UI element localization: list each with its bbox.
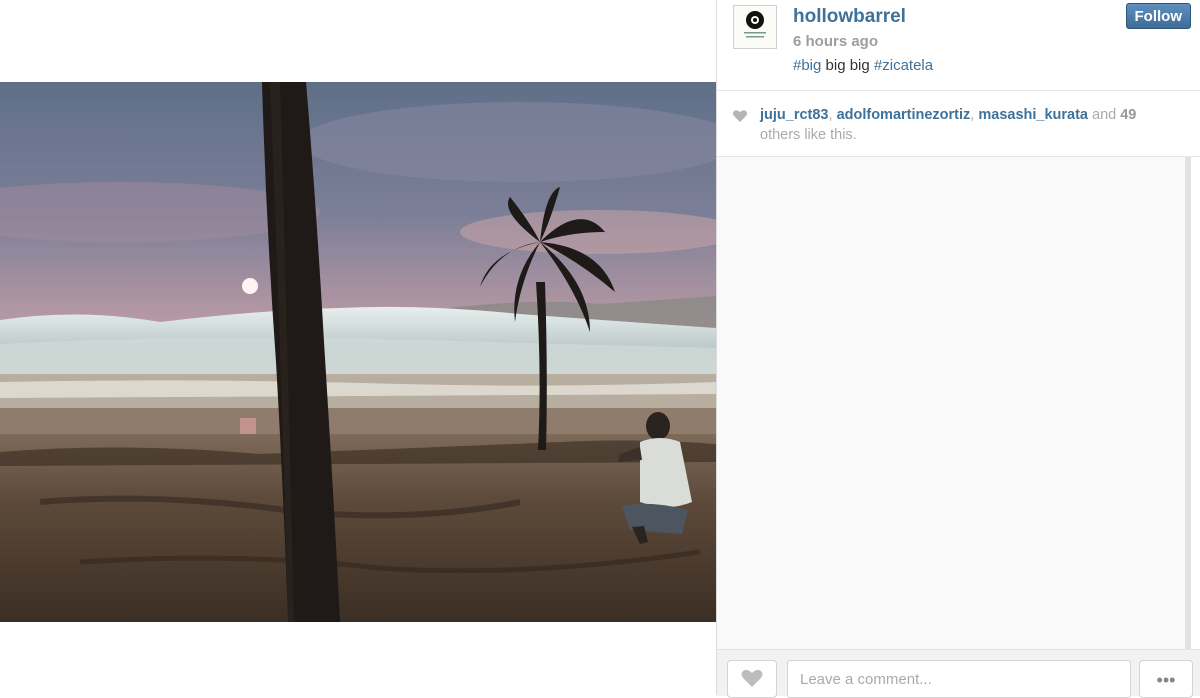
hollowbarrel-logo-icon [744, 11, 766, 38]
follow-button[interactable]: Follow [1125, 3, 1191, 29]
more-options-button[interactable]: ••• [1139, 660, 1193, 698]
liker-link[interactable]: adolfomartinezortiz [837, 107, 971, 123]
caption-text: big big [821, 57, 874, 74]
liker-link[interactable]: masashi_kurata [978, 107, 1088, 123]
post-header: hollowbarrel 6 hours ago #big big big #z… [717, 0, 1200, 91]
photo-pane [0, 0, 716, 695]
comment-footer: ••• [717, 649, 1200, 698]
comments-area [717, 157, 1185, 649]
heart-icon [741, 669, 763, 687]
hashtag-zicatela[interactable]: #zicatela [874, 57, 933, 74]
liker-link[interactable]: juju_rct83 [760, 107, 829, 123]
comment-input[interactable] [787, 660, 1131, 698]
likes-count[interactable]: 49 [1120, 107, 1136, 123]
post-time: 6 hours ago [793, 33, 879, 50]
beach-sunset-photo [0, 82, 716, 622]
username[interactable]: hollowbarrel [793, 6, 906, 28]
post-caption: #big big big #zicatela [793, 57, 933, 74]
post-photo[interactable] [0, 82, 716, 622]
hashtag-big[interactable]: #big [793, 57, 821, 74]
like-button[interactable] [727, 660, 777, 698]
likes-summary: juju_rct83, adolfomartinezortiz, masashi… [717, 91, 1200, 157]
avatar[interactable] [733, 5, 777, 49]
post-sidebar: hollowbarrel 6 hours ago #big big big #z… [716, 0, 1200, 698]
comments-scrollbar[interactable] [1185, 157, 1200, 649]
heart-icon [733, 110, 747, 122]
scrollbar-track[interactable] [1185, 157, 1191, 649]
